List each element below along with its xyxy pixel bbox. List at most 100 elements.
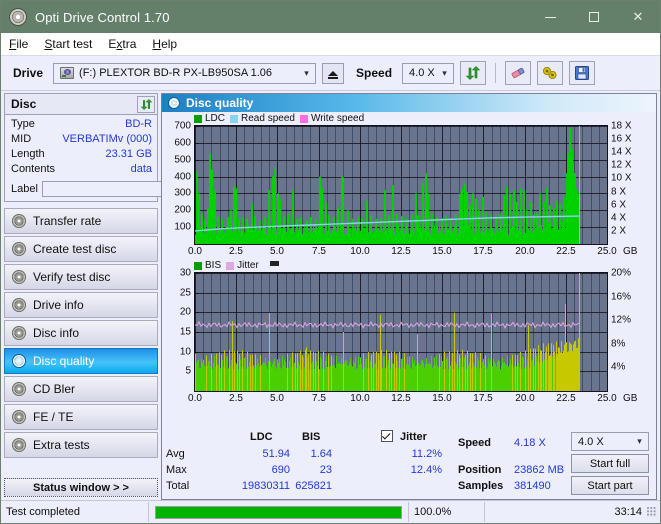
status-message: Test completed (1, 502, 149, 522)
sidebar-item-cd-bler[interactable]: CD Bler (4, 376, 158, 402)
menu-file[interactable]: File (9, 37, 28, 51)
start-full-button[interactable]: Start full (571, 454, 649, 473)
x-axis-tick: 15.0 (432, 393, 452, 404)
ldc-plot: 100 200 300 400 500 600 700 2 X4 X6 X8 X 10 X 12 … (174, 121, 637, 258)
drive-select[interactable]: (F:) PLEXTOR BD-R PX-LB950SA 1.06 ▾ (53, 62, 317, 84)
menu-file-rest: ile (16, 37, 29, 51)
x-axis-tick: 0.0 (188, 393, 202, 404)
stats-row-avg-jitter: 11.2% (411, 448, 442, 460)
y2-axis-tick: 2 X (611, 225, 627, 237)
start-part-button[interactable]: Start part (571, 476, 649, 495)
x-axis-tick: 7.5 (312, 393, 326, 404)
erase-button[interactable] (505, 61, 532, 85)
tools-button[interactable] (537, 61, 564, 85)
refresh-button[interactable] (460, 61, 487, 85)
panel-header: Disc quality (162, 94, 656, 112)
menu-extra-rest: tra (122, 37, 137, 51)
window-controls: ✕ (528, 1, 660, 33)
sidebar-item-extra-tests[interactable]: Extra tests (4, 432, 158, 458)
sidebar-item-label: Extra tests (33, 438, 90, 452)
sidebar-item-drive-info[interactable]: Drive info (4, 292, 158, 318)
chevron-down-icon: ▾ (304, 67, 309, 78)
disc-refresh-button[interactable] (137, 95, 155, 113)
y-axis-tick: 20 (179, 306, 191, 318)
menu-start-test[interactable]: Start test (44, 37, 92, 51)
stats-row-avg-ldc: 51.94 (262, 448, 290, 460)
window-title: Opti Drive Control 1.70 (35, 9, 170, 25)
maximize-icon[interactable] (572, 1, 616, 33)
sidebar-item-verify-test-disc[interactable]: Verify test disc (4, 264, 158, 290)
y-axis-tick: 5 (185, 365, 191, 377)
legend-label: Write speed (310, 113, 365, 124)
disc-icon (12, 270, 26, 284)
x-axis-tick: 5.0 (270, 393, 284, 404)
jitter-checkbox[interactable] (381, 430, 393, 443)
x-axis-tick: 20.0 (515, 246, 535, 257)
y2-axis-tick: 12% (611, 314, 632, 326)
x-axis-tick: 5.0 (270, 246, 284, 257)
sidebar-item-transfer-rate[interactable]: Transfer rate (4, 208, 158, 234)
disc-row-type-value: BD-R (125, 118, 152, 130)
position-stat-label: Position (458, 464, 502, 476)
eject-button[interactable] (322, 62, 345, 84)
disc-icon (12, 354, 26, 368)
y-axis-tick: 600 (174, 137, 191, 149)
y-axis-tick: 400 (174, 171, 191, 183)
y2-axis-tick: 16% (611, 291, 632, 303)
speed-select-value: 4.0 X (409, 67, 435, 79)
app-disc-icon (9, 8, 27, 26)
x-axis-tick: 15.0 (432, 246, 452, 257)
sidebar-item-disc-info[interactable]: Disc info (4, 320, 158, 346)
status-window-button[interactable]: Status window > > (4, 478, 158, 497)
ldc-series (195, 127, 580, 244)
disc-info-rows: Type BD-R MID VERBATIMv (000) Length 23.… (5, 115, 247, 201)
resize-grip-icon[interactable] (647, 507, 657, 517)
x-axis-tick: 12.5 (391, 246, 411, 257)
legend-label: Read speed (241, 113, 295, 124)
legend-label: Jitter (237, 260, 259, 271)
disc-icon (12, 298, 26, 312)
minimize-icon[interactable] (528, 1, 572, 33)
disc-icon (12, 410, 26, 424)
menu-help-rest: elp (161, 37, 178, 51)
speed-select[interactable]: 4.0 X ▾ (402, 62, 455, 84)
legend-item-bis: BIS (194, 260, 221, 271)
menu-help[interactable]: Help (152, 37, 177, 51)
page-title: Disc quality (186, 96, 254, 110)
sidebar-item-disc-quality[interactable]: Disc quality (4, 348, 158, 374)
progress-percent: 100.0% (409, 502, 485, 522)
y2-axis-tick: 6 X (611, 199, 627, 211)
chevron-down-icon: ▾ (637, 436, 642, 446)
sidebar-item-fe-te[interactable]: FE / TE (4, 404, 158, 430)
sidebar-item-create-test-disc[interactable]: Create test disc (4, 236, 158, 262)
disc-row-contents-key: Contents (11, 163, 56, 175)
y-axis-tick: 500 (174, 154, 191, 166)
legend-swatch (194, 114, 202, 123)
disc-row-type-key: Type (11, 118, 35, 130)
save-button[interactable] (569, 61, 596, 85)
drive-label: Drive (13, 66, 44, 80)
legend-item-ldc: LDC (194, 113, 225, 124)
close-icon[interactable]: ✕ (616, 1, 660, 33)
stats-row-max-label: Max (166, 464, 187, 476)
bis-chart-legend: BIS Jitter (162, 259, 656, 272)
y2-axis-tick: 20% (611, 267, 632, 279)
x-axis-tick: 7.5 (312, 246, 326, 257)
disc-row-length-value: 23.31 GB (105, 148, 152, 160)
app-window: Opti Drive Control 1.70 ✕ File Start tes… (0, 0, 661, 524)
x-axis-tick: 17.5 (473, 393, 493, 404)
sidebar-item-label: Disc info (33, 326, 80, 340)
disc-row-mid-key: MID (11, 133, 32, 145)
legend-label: LDC (205, 113, 226, 124)
disc-row-mid: MID VERBATIMv (000) (11, 133, 152, 148)
menu-extra[interactable]: Extra (108, 37, 136, 51)
legend-label: BIS (205, 260, 222, 271)
y-axis-tick: 25 (179, 287, 191, 299)
test-speed-select[interactable]: 4.0 X ▾ (571, 432, 649, 451)
x-axis-tick: 25.0 (597, 393, 617, 404)
legend-swatch (299, 114, 308, 123)
tools-icon (543, 67, 557, 79)
x-axis-tick: 10.0 (350, 246, 370, 257)
elapsed-time: 33:14 (614, 506, 642, 518)
y2-axis-tick: 16 X (611, 133, 632, 145)
